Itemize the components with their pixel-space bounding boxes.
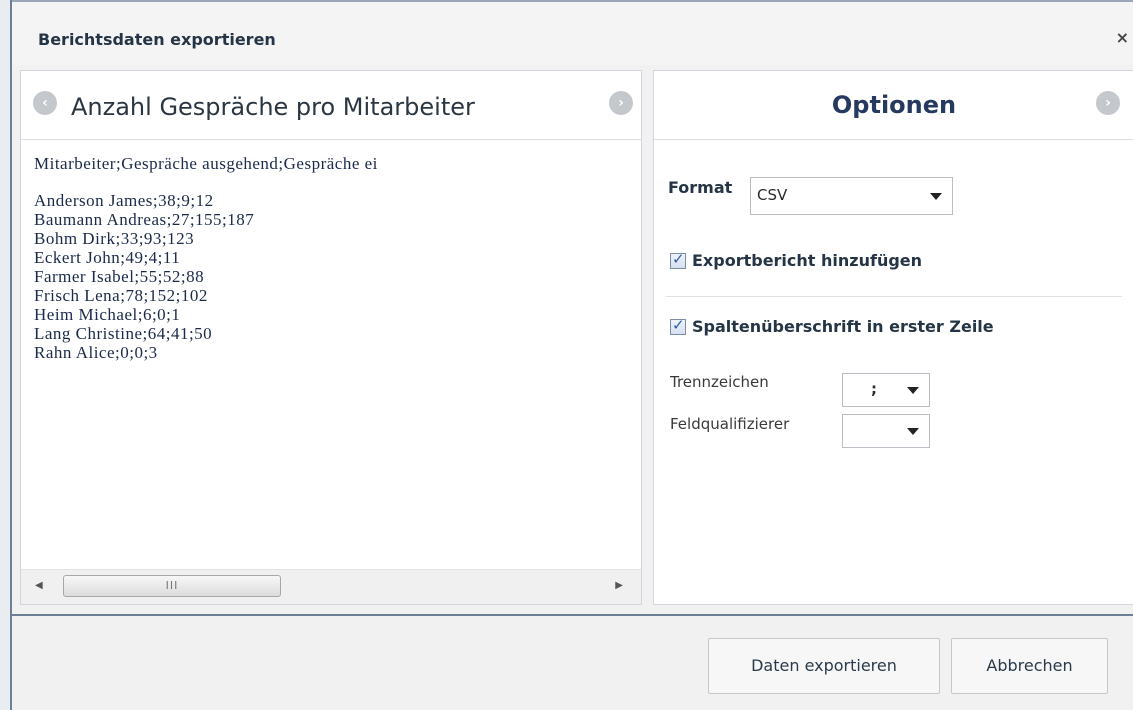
separator-label: Trennzeichen [670,373,769,391]
header-row-checkbox[interactable]: ✓ [670,315,686,335]
preview-panel-header: ‹ Anzahl Gespräche pro Mitarbeiter › [21,71,641,140]
header-row-option[interactable]: ✓ Spaltenüberschrift in erster Zeile [670,315,994,336]
preview-title: Anzahl Gespräche pro Mitarbeiter [71,93,475,121]
scroll-right-icon[interactable]: ▶ [615,580,623,591]
preview-line: Heim Michael;6;0;1 [34,305,181,324]
preview-line: Eckert John;49;4;11 [34,248,181,267]
horizontal-scrollbar[interactable]: ◀ III ▶ [21,569,641,604]
check-icon: ✓ [672,315,685,334]
export-report-checkbox[interactable]: ✓ [670,249,686,269]
preview-line: Bohm Dirk;33;93;123 [34,229,195,248]
dialog-titlebar: Berichtsdaten exportieren × [12,0,1133,65]
options-panel-header: Optionen › [654,71,1133,140]
export-data-button[interactable]: Daten exportieren [708,638,940,694]
preview-line: Frisch Lena;78;152;102 [34,286,208,305]
preview-text-area[interactable]: Mitarbeiter;Gespräche ausgehend;Gespräch… [21,140,641,572]
preview-line: Farmer Isabel;55;52;88 [34,267,205,286]
preview-line: Baumann Andreas;27;155;187 [34,210,255,229]
export-report-option[interactable]: ✓ Exportbericht hinzufügen [670,249,923,270]
scrollbar-thumb[interactable]: III [63,575,281,597]
chevron-left-icon[interactable]: ‹ [33,91,57,115]
options-panel: Optionen › Format CSV ✓ Exportbericht hi… [653,70,1133,605]
close-icon[interactable]: × [1116,30,1129,46]
header-row-label: Spaltenüberschrift in erster Zeile [692,317,994,336]
scroll-left-icon[interactable]: ◀ [35,580,43,591]
divider [666,296,1122,297]
options-title: Optionen [831,91,957,119]
preview-line: Anderson James;38;9;12 [34,191,214,210]
export-dialog: Berichtsdaten exportieren × ‹ Anzahl Ges… [10,0,1133,710]
separator-select-value: ; [871,380,877,398]
qualifier-label: Feldqualifizierer [670,415,790,433]
chevron-right-icon[interactable]: › [1096,91,1120,115]
preview-line: Rahn Alice;0;0;3 [34,343,158,362]
export-report-label: Exportbericht hinzufügen [692,251,923,270]
preview-panel: ‹ Anzahl Gespräche pro Mitarbeiter › Mit… [20,70,642,605]
separator-select[interactable]: ; [842,373,930,407]
check-icon: ✓ [672,249,685,268]
format-select[interactable]: CSV [750,177,953,215]
format-label: Format [668,178,733,197]
preview-line: Lang Christine;64;41;50 [34,324,213,343]
cancel-button[interactable]: Abbrechen [951,638,1108,694]
qualifier-select[interactable] [842,414,930,448]
background-strip [0,0,10,710]
preview-header-line: Mitarbeiter;Gespräche ausgehend;Gespräch… [34,154,378,173]
dialog-title: Berichtsdaten exportieren [38,30,276,49]
dialog-footer: Daten exportieren Abbrechen [12,614,1133,710]
chevron-down-icon [907,428,919,435]
format-select-value: CSV [757,186,788,204]
chevron-down-icon [930,193,942,200]
chevron-right-icon[interactable]: › [609,91,633,115]
chevron-down-icon [907,387,919,394]
